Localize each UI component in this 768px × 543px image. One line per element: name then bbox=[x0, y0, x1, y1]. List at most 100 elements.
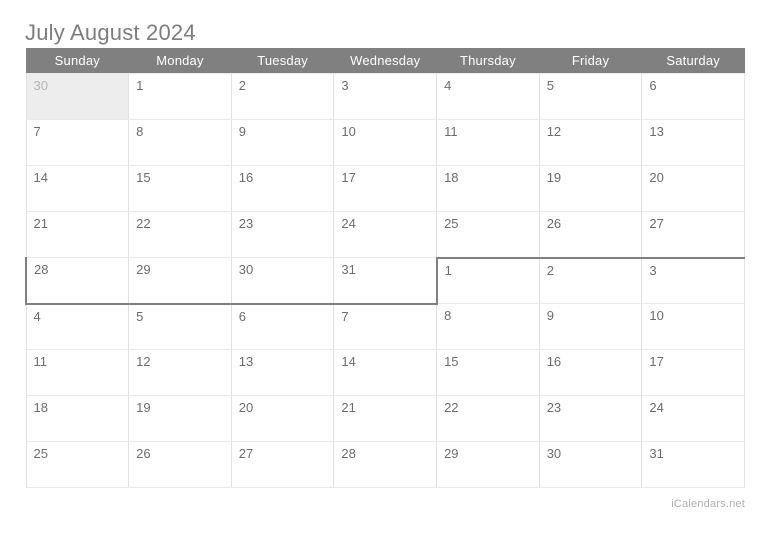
calendar-day-cell[interactable]: 19 bbox=[128, 395, 232, 442]
calendar-day-cell[interactable]: 2 bbox=[230, 73, 335, 120]
day-number: 6 bbox=[649, 78, 657, 93]
calendar-day-cell[interactable]: 15 bbox=[436, 349, 540, 396]
day-number: 14 bbox=[341, 354, 356, 369]
calendar-day-cell[interactable]: 22 bbox=[128, 211, 232, 258]
day-number: 18 bbox=[444, 170, 459, 185]
day-number: 12 bbox=[546, 124, 562, 139]
calendar-page: July August 2024 Sunday Monday Tuesday Wedn… bbox=[0, 0, 768, 543]
calendar-day-cell[interactable]: 28 bbox=[333, 441, 438, 488]
calendar-day-cell[interactable]: 29 bbox=[436, 441, 540, 488]
day-number: 26 bbox=[546, 216, 562, 231]
calendar-day-cell[interactable]: 11 bbox=[25, 349, 130, 396]
calendar-day-cell[interactable]: 31 bbox=[641, 441, 745, 488]
calendar-day-cell[interactable]: 10 bbox=[333, 119, 438, 166]
calendar-day-cell[interactable]: 6 bbox=[230, 303, 335, 350]
calendar-day-cell[interactable]: 4 bbox=[436, 73, 540, 120]
calendar-day-cell[interactable]: 18 bbox=[436, 165, 540, 212]
calendar-day-cell[interactable]: 5 bbox=[128, 303, 232, 350]
day-number: 24 bbox=[649, 400, 664, 415]
calendar-day-cell[interactable]: 20 bbox=[230, 395, 335, 442]
calendar-day-cell[interactable]: 10 bbox=[641, 303, 745, 350]
weekday-header-saturday: Saturday bbox=[641, 48, 745, 74]
calendar-day-cell[interactable]: 6 bbox=[641, 73, 745, 120]
calendar-day-cell[interactable]: 25 bbox=[25, 441, 130, 488]
calendar-day-cell[interactable]: 30 bbox=[25, 73, 130, 120]
calendar-day-cell[interactable]: 27 bbox=[230, 441, 335, 488]
calendar-day-cell[interactable]: 30 bbox=[230, 257, 335, 305]
calendar-day-cell[interactable]: 1 bbox=[435, 256, 540, 304]
day-number: 31 bbox=[341, 262, 356, 277]
calendar-day-cell[interactable]: 12 bbox=[128, 349, 232, 396]
calendar-day-cell[interactable]: 7 bbox=[333, 303, 438, 350]
calendar-day-cell[interactable]: 31 bbox=[333, 257, 438, 305]
day-number: 25 bbox=[444, 216, 459, 231]
calendar-day-cell[interactable]: 18 bbox=[25, 395, 130, 442]
calendar-day-cell[interactable]: 23 bbox=[538, 395, 643, 442]
calendar-day-cell[interactable]: 3 bbox=[641, 256, 745, 304]
calendar-day-cell[interactable]: 12 bbox=[538, 119, 643, 166]
day-number: 9 bbox=[238, 124, 247, 139]
calendar-day-cell[interactable]: 30 bbox=[538, 441, 643, 488]
day-number: 5 bbox=[136, 308, 144, 324]
day-number: 5 bbox=[546, 78, 554, 93]
day-number: 18 bbox=[33, 400, 48, 415]
calendar-day-cell[interactable]: 29 bbox=[128, 257, 232, 305]
calendar-day-cell[interactable]: 23 bbox=[230, 211, 335, 258]
day-number: 14 bbox=[33, 170, 48, 185]
day-number: 25 bbox=[33, 446, 48, 461]
calendar-day-cell[interactable]: 26 bbox=[538, 211, 643, 258]
calendar-grid-wrapper: Sunday Monday Tuesday Wednesday Thursday Frid… bbox=[25, 48, 745, 488]
day-number: 6 bbox=[238, 308, 247, 324]
calendar-day-cell[interactable]: 27 bbox=[641, 211, 745, 258]
calendar-day-cell[interactable]: 13 bbox=[641, 119, 745, 166]
calendar-day-cell[interactable]: 9 bbox=[538, 303, 643, 350]
calendar-day-cell[interactable]: 25 bbox=[436, 211, 540, 258]
day-number: 13 bbox=[238, 354, 254, 369]
day-number: 26 bbox=[136, 446, 151, 461]
calendar-day-cell[interactable]: 16 bbox=[538, 349, 643, 396]
calendar-day-cell[interactable]: 19 bbox=[538, 165, 643, 212]
weekday-header-monday: Monday bbox=[128, 48, 232, 74]
calendar-day-cell[interactable]: 7 bbox=[25, 119, 130, 166]
calendar-day-cell[interactable]: 20 bbox=[641, 165, 745, 212]
calendar-day-cell[interactable]: 28 bbox=[25, 257, 130, 305]
calendar-day-cell[interactable]: 5 bbox=[538, 73, 643, 120]
day-number: 3 bbox=[341, 78, 349, 93]
day-number: 16 bbox=[238, 170, 254, 185]
calendar-day-cell[interactable]: 16 bbox=[230, 165, 335, 212]
calendar-table: Sunday Monday Tuesday Wednesday Thursday Frid… bbox=[25, 48, 745, 488]
day-number: 27 bbox=[649, 216, 664, 231]
calendar-day-cell[interactable]: 22 bbox=[436, 395, 540, 442]
calendar-day-cell[interactable]: 26 bbox=[128, 441, 232, 488]
day-number: 15 bbox=[136, 170, 151, 185]
day-number: 24 bbox=[341, 216, 356, 231]
calendar-day-cell[interactable]: 14 bbox=[333, 349, 438, 396]
calendar-day-cell[interactable]: 1 bbox=[128, 73, 232, 120]
calendar-day-cell[interactable]: 17 bbox=[641, 349, 745, 396]
calendar-day-cell[interactable]: 21 bbox=[333, 395, 438, 442]
day-number: 17 bbox=[341, 170, 356, 185]
day-number: 28 bbox=[341, 446, 356, 461]
calendar-day-cell[interactable]: 11 bbox=[436, 119, 540, 166]
weekday-header-sunday: Sunday bbox=[26, 48, 129, 74]
calendar-day-cell[interactable]: 2 bbox=[538, 256, 643, 304]
day-number: 29 bbox=[136, 262, 151, 277]
calendar-day-cell[interactable]: 21 bbox=[25, 211, 130, 258]
day-number: 22 bbox=[136, 216, 151, 231]
calendar-day-cell[interactable]: 8 bbox=[128, 119, 232, 166]
weekday-header-friday: Friday bbox=[539, 48, 642, 74]
day-number: 17 bbox=[649, 354, 664, 369]
calendar-day-cell[interactable]: 3 bbox=[333, 73, 438, 120]
calendar-day-cell[interactable]: 9 bbox=[230, 119, 335, 166]
day-number: 4 bbox=[444, 78, 452, 93]
calendar-day-cell[interactable]: 13 bbox=[230, 349, 335, 396]
calendar-day-cell[interactable]: 8 bbox=[436, 303, 540, 350]
calendar-day-cell[interactable]: 17 bbox=[333, 165, 438, 212]
calendar-day-cell[interactable]: 4 bbox=[25, 303, 130, 350]
calendar-week-row: 11 12 13 14 15 16 17 bbox=[25, 349, 745, 396]
calendar-day-cell[interactable]: 24 bbox=[641, 395, 745, 442]
calendar-day-cell[interactable]: 15 bbox=[128, 165, 232, 212]
calendar-day-cell[interactable]: 24 bbox=[333, 211, 438, 258]
calendar-day-cell[interactable]: 14 bbox=[25, 165, 130, 212]
day-number: 29 bbox=[444, 446, 459, 461]
